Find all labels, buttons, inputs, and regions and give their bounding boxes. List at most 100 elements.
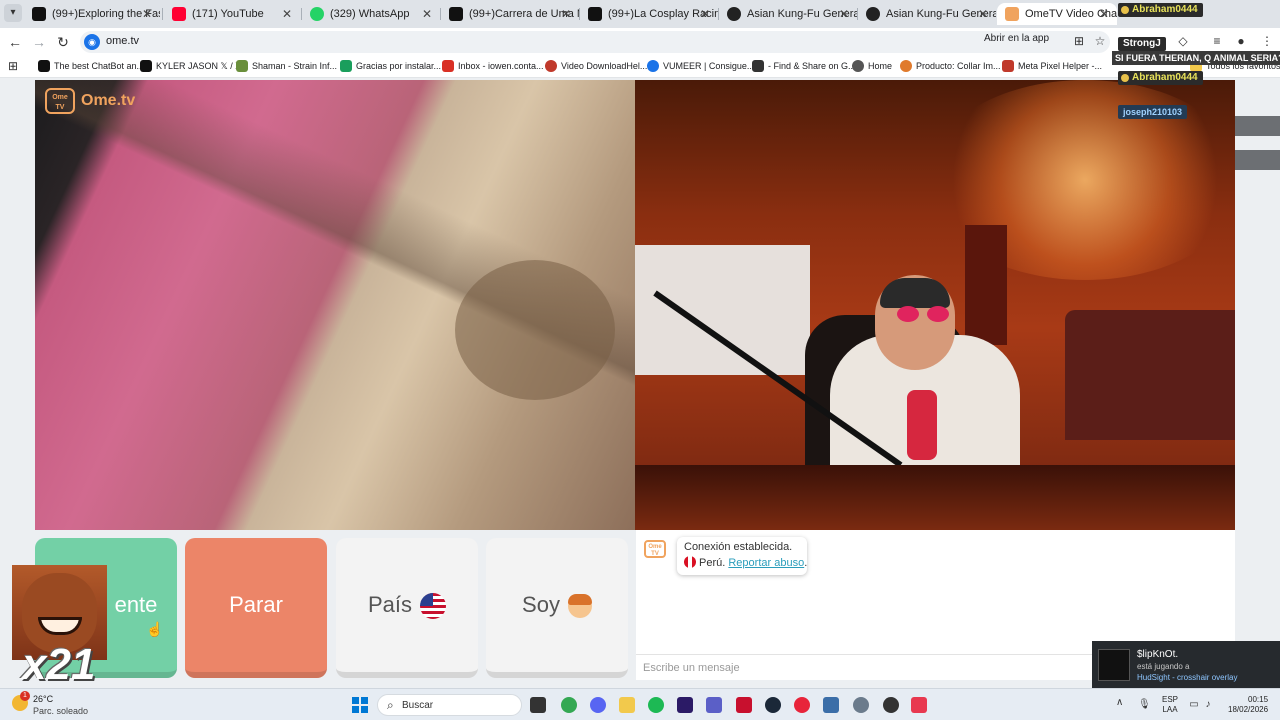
boy-face-icon: [567, 594, 592, 619]
weather-condition: Parc. soleado: [33, 706, 89, 716]
keyboard-language[interactable]: ESP LAA: [1162, 695, 1178, 715]
close-tab-icon[interactable]: ✕: [700, 3, 710, 25]
extensions-icon[interactable]: ◇: [1176, 34, 1190, 48]
bookmark-item[interactable]: - Find & Share on G...: [752, 60, 856, 74]
gif-icon: [752, 60, 764, 72]
search-icon: ⌕: [387, 698, 394, 712]
close-tab-icon[interactable]: ✕: [282, 3, 292, 25]
menu-kebab-icon[interactable]: ⋮: [1260, 34, 1274, 48]
tab-youtube[interactable]: (171) YouTube ✕: [164, 3, 300, 25]
tab-ometv[interactable]: OmeTV Video Chat - ✕: [997, 3, 1117, 25]
self-camera-video: [635, 80, 1235, 530]
activity-notification[interactable]: $lipKnOt. está jugando a HudSight - cros…: [1092, 641, 1280, 688]
spotify-icon[interactable]: [648, 697, 664, 713]
translate-icon[interactable]: ⊞: [1072, 34, 1086, 48]
network-icon[interactable]: ▭: [1188, 699, 1200, 711]
meta-pixel-icon: [1002, 60, 1014, 72]
calculator-icon[interactable]: [823, 697, 839, 713]
shield-check-icon: [340, 60, 352, 72]
notification-game: HudSight - crosshair overlay: [1137, 673, 1238, 682]
url-text[interactable]: ome.tv: [106, 35, 139, 47]
close-tab-icon[interactable]: ✕: [422, 3, 432, 25]
ometv-icon: [1005, 7, 1019, 21]
mcafee-icon[interactable]: [736, 697, 752, 713]
close-tab-icon[interactable]: ✕: [839, 3, 849, 25]
notification-status: está jugando a: [1137, 662, 1190, 671]
tab-tiktok-2[interactable]: (99+)Carrera de Uma Mu ✕: [441, 3, 579, 25]
leaf-icon: [236, 60, 248, 72]
bookmarks-bar: ⊞ The best ChatBot an... KYLER JASON 𝕏 /…: [0, 56, 1280, 78]
stream-chat-user: Abraham0444: [1118, 3, 1203, 17]
notification-badge: 1: [20, 691, 30, 701]
bookmark-item[interactable]: Inbox - iowen.conta...: [442, 60, 544, 74]
file-explorer-icon[interactable]: [619, 697, 635, 713]
music-icon: [866, 7, 880, 21]
obs-icon[interactable]: [883, 697, 899, 713]
notification-user: $lipKnOt.: [1137, 649, 1179, 660]
system-clock[interactable]: 00:15 18/02/2026: [1228, 695, 1268, 715]
close-tab-icon[interactable]: ✕: [142, 3, 152, 25]
tab-whatsapp[interactable]: (329) WhatsApp ✕: [302, 3, 440, 25]
bookmark-item[interactable]: Video DownloadHel...: [545, 60, 647, 74]
back-arrow-icon[interactable]: ←: [6, 33, 24, 51]
tray-chevron-up-icon[interactable]: ∧: [1116, 697, 1123, 708]
bookmark-item[interactable]: Shaman - Strain Inf...: [236, 60, 337, 74]
microphone: [907, 390, 937, 460]
forward-arrow-icon[interactable]: →: [30, 33, 48, 51]
country-button[interactable]: País: [336, 538, 478, 678]
close-tab-icon[interactable]: ✕: [978, 3, 988, 25]
site-info-icon[interactable]: ◉: [84, 34, 100, 50]
x-logo-icon: [140, 60, 152, 72]
address-toolbar: ← → ↻ ◉ ome.tv Abrir en la app ⊞ ☆ ◇ ≡ ●…: [0, 28, 1280, 56]
bookmark-item[interactable]: Meta Pixel Helper -...: [1002, 60, 1102, 74]
discord-icon[interactable]: [590, 697, 606, 713]
music-icon: [727, 7, 741, 21]
bookmark-item[interactable]: Gracias por instalar...: [340, 60, 441, 74]
bookmark-item[interactable]: Home: [852, 60, 892, 74]
download-helper-icon: [545, 60, 557, 72]
us-flag-icon: [420, 593, 447, 620]
opera-gx-icon[interactable]: [794, 697, 810, 713]
gmail-icon: [442, 60, 454, 72]
address-bar[interactable]: ◉ ome.tv: [80, 31, 1110, 53]
profile-icon[interactable]: ●: [1234, 34, 1248, 48]
teams-icon[interactable]: [706, 697, 722, 713]
stranger-video: Ome TV Ome.tv: [35, 80, 635, 530]
youtube-icon: [172, 7, 186, 21]
close-tab-icon[interactable]: ✕: [1099, 3, 1109, 25]
windows-start-icon[interactable]: [352, 697, 368, 713]
reload-icon[interactable]: ↻: [54, 33, 72, 51]
partner-country: Perú.: [699, 557, 726, 569]
chrome-icon[interactable]: [561, 697, 577, 713]
report-abuse-link[interactable]: Reportar abuso: [728, 557, 804, 569]
tab-search-chevron-icon[interactable]: ▾: [4, 4, 22, 22]
bookmark-item[interactable]: KYLER JASON 𝕏 / X: [140, 60, 241, 74]
tab-asian-kungfu-2[interactable]: Asian Kung-Fu Generatio ✕: [858, 3, 996, 25]
temperature: 26°C: [33, 694, 54, 704]
microphone-icon[interactable]: 🎙: [1138, 699, 1151, 711]
ometv-page: Ome TV Ome.tv ente Parar País Soy Ome TV…: [0, 78, 1280, 688]
apps-grid-icon[interactable]: ⊞: [6, 59, 20, 73]
tab-asian-kungfu-1[interactable]: Asian Kung-Fu Generation ✕: [719, 3, 857, 25]
bookmark-item[interactable]: VUMEER | Consigue...: [647, 60, 754, 74]
bookmark-item[interactable]: Producto: Collar Im...: [900, 60, 1001, 74]
task-view-icon[interactable]: [530, 697, 546, 713]
bookmark-favicon: [38, 60, 50, 72]
text-app-icon[interactable]: [911, 697, 927, 713]
settings-gear-icon[interactable]: [853, 697, 869, 713]
premiere-icon[interactable]: [677, 697, 693, 713]
tab-tiktok-3[interactable]: (99+)La Cosplay Racing 2 ✕: [580, 3, 718, 25]
steam-icon[interactable]: [765, 697, 781, 713]
open-in-app-button[interactable]: Abrir en la app: [984, 33, 1049, 44]
bookmark-item[interactable]: The best ChatBot an...: [38, 60, 144, 74]
badge-icon: [1121, 74, 1129, 82]
media-controls-icon[interactable]: ≡: [1210, 34, 1224, 48]
tab-tiktok-1[interactable]: (99+)Exploring the Fascin ✕: [24, 3, 160, 25]
gender-button[interactable]: Soy: [486, 538, 628, 678]
close-tab-icon[interactable]: ✕: [561, 3, 571, 25]
bookmark-star-icon[interactable]: ☆: [1093, 34, 1107, 48]
taskbar-search[interactable]: ⌕ Buscar: [377, 694, 522, 716]
connection-status: Conexión establecida.: [684, 541, 793, 553]
volume-icon[interactable]: ♪: [1202, 699, 1214, 711]
stop-button[interactable]: Parar: [185, 538, 327, 678]
